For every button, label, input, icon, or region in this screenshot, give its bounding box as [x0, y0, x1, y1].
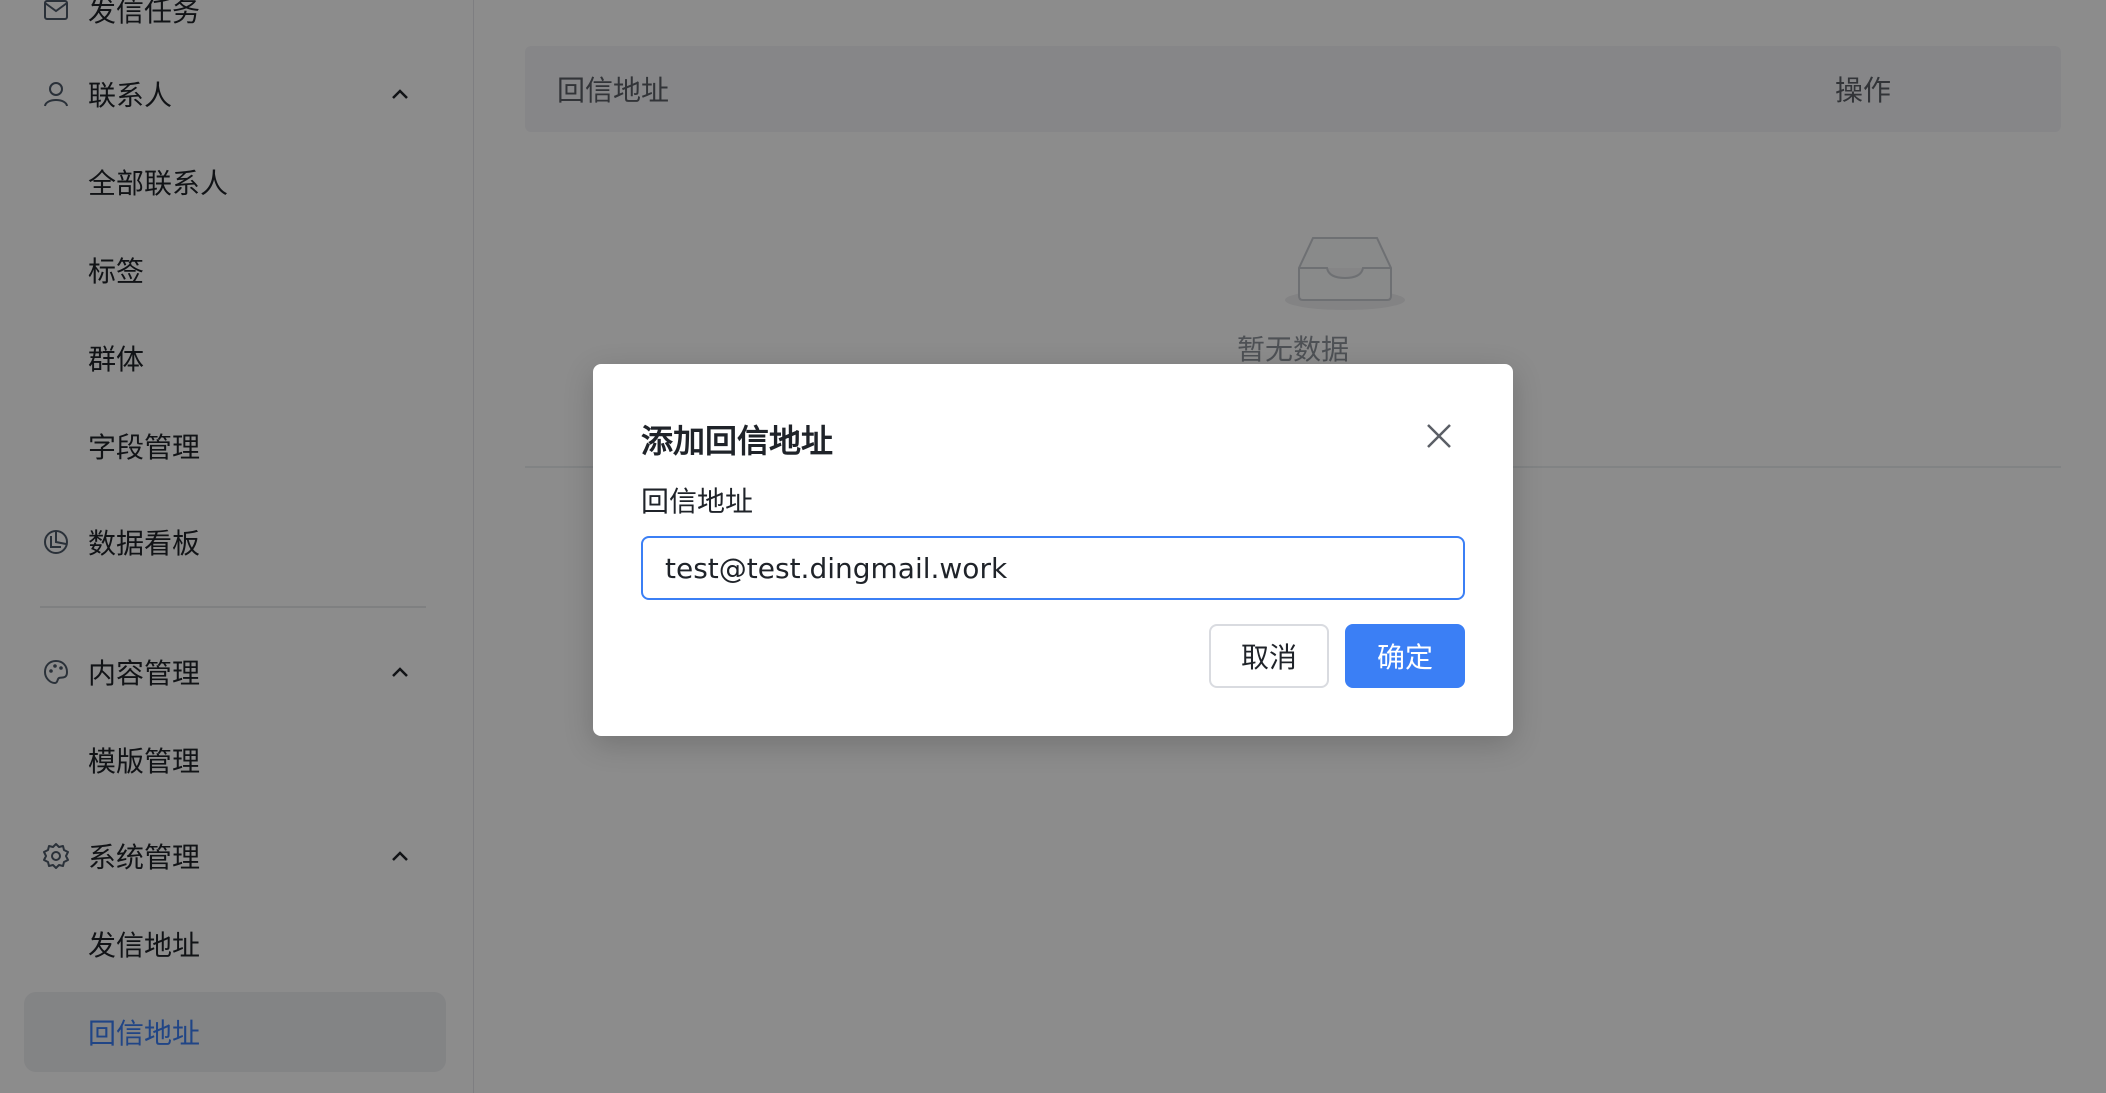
close-icon[interactable]	[1419, 416, 1459, 456]
reply-address-input[interactable]	[641, 536, 1465, 600]
cancel-button[interactable]: 取消	[1209, 624, 1329, 688]
dialog-title: 添加回信地址	[641, 422, 834, 460]
field-label: 回信地址	[641, 485, 754, 518]
confirm-button[interactable]: 确定	[1345, 624, 1465, 688]
add-reply-address-dialog: 添加回信地址 回信地址 取消 确定	[593, 364, 1513, 736]
